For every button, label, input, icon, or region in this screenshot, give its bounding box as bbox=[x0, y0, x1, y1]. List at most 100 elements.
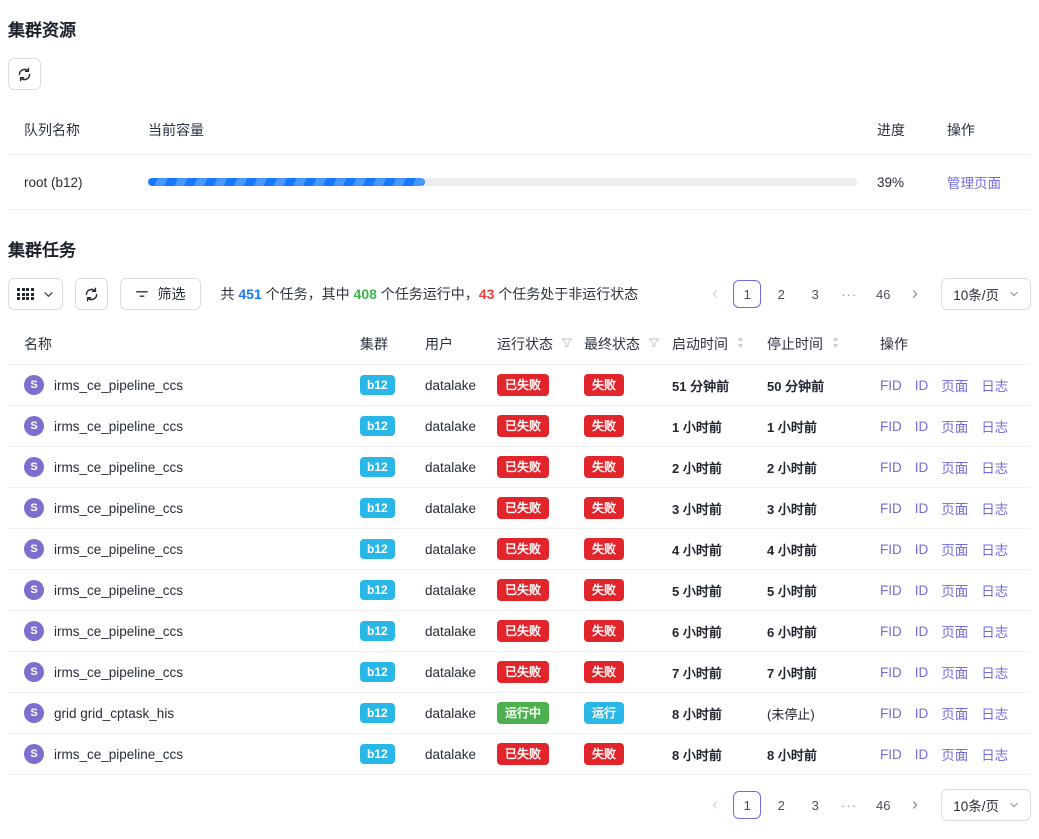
page-size-select[interactable]: 10条/页 bbox=[941, 789, 1031, 821]
action-link-页面[interactable]: 页面 bbox=[941, 580, 968, 600]
cluster-badge: b12 bbox=[360, 498, 395, 518]
actions-header: 操作 bbox=[860, 324, 1031, 364]
column-settings-button[interactable] bbox=[8, 278, 63, 310]
action-link-页面[interactable]: 页面 bbox=[941, 498, 968, 518]
page-button-3[interactable]: 3 bbox=[801, 280, 829, 308]
action-link-id[interactable]: ID bbox=[915, 378, 929, 393]
action-link-id[interactable]: ID bbox=[915, 624, 929, 639]
final-status-badge: 失败 bbox=[584, 538, 624, 560]
action-link-fid[interactable]: FID bbox=[880, 665, 902, 680]
spark-avatar: S bbox=[24, 621, 44, 641]
task-user: datalake bbox=[425, 665, 497, 680]
task-summary: 共 451 个任务，其中 408 个任务运行中，43 个任务处于非运行状态 bbox=[221, 284, 639, 304]
action-link-fid[interactable]: FID bbox=[880, 706, 902, 721]
final-status-badge: 失败 bbox=[584, 620, 624, 642]
filter-button-label: 筛选 bbox=[158, 284, 186, 304]
stop-time: 4 小时前 bbox=[767, 543, 817, 558]
final-status-badge: 失败 bbox=[584, 661, 624, 683]
page-button-2[interactable]: 2 bbox=[767, 280, 795, 308]
action-link-页面[interactable]: 页面 bbox=[941, 744, 968, 764]
cluster-badge: b12 bbox=[360, 621, 395, 641]
manage-page-link[interactable]: 管理页面 bbox=[947, 176, 1001, 191]
start-time: 8 小时前 bbox=[672, 707, 722, 722]
filter-funnel-icon[interactable] bbox=[561, 336, 573, 352]
prev-page-button[interactable] bbox=[703, 791, 727, 819]
action-link-页面[interactable]: 页面 bbox=[941, 416, 968, 436]
action-link-日志[interactable]: 日志 bbox=[981, 498, 1008, 518]
page-button-2[interactable]: 2 bbox=[767, 791, 795, 819]
task-name: irms_ce_pipeline_ccs bbox=[54, 583, 183, 598]
action-link-页面[interactable]: 页面 bbox=[941, 457, 968, 477]
capacity-cell bbox=[148, 161, 857, 203]
action-link-日志[interactable]: 日志 bbox=[981, 744, 1008, 764]
resources-refresh-button[interactable] bbox=[8, 58, 41, 90]
page-size-select[interactable]: 10条/页 bbox=[941, 278, 1031, 310]
action-link-日志[interactable]: 日志 bbox=[981, 539, 1008, 559]
sort-icon[interactable] bbox=[736, 336, 745, 352]
filter-button[interactable]: 筛选 bbox=[120, 278, 201, 310]
page: 集群资源 队列名称 当前容量 进度 操作 root (b12) 39% bbox=[0, 0, 1039, 839]
action-link-id[interactable]: ID bbox=[915, 583, 929, 598]
action-link-日志[interactable]: 日志 bbox=[981, 662, 1008, 682]
action-link-fid[interactable]: FID bbox=[880, 583, 902, 598]
action-link-页面[interactable]: 页面 bbox=[941, 539, 968, 559]
page-button-1[interactable]: 1 bbox=[733, 280, 761, 308]
task-actions: FID ID 页面日志 bbox=[860, 375, 1031, 395]
action-link-页面[interactable]: 页面 bbox=[941, 375, 968, 395]
tasks-refresh-button[interactable] bbox=[75, 278, 108, 310]
page-button-46[interactable]: 46 bbox=[869, 791, 897, 819]
prev-page-button[interactable] bbox=[703, 280, 727, 308]
task-actions: FID ID 页面日志 bbox=[860, 539, 1031, 559]
action-link-id[interactable]: ID bbox=[915, 542, 929, 557]
action-link-id[interactable]: ID bbox=[915, 665, 929, 680]
cluster-badge: b12 bbox=[360, 703, 395, 723]
action-link-fid[interactable]: FID bbox=[880, 624, 902, 639]
action-link-日志[interactable]: 日志 bbox=[981, 703, 1008, 723]
action-link-id[interactable]: ID bbox=[915, 501, 929, 516]
final-status-badge: 失败 bbox=[584, 579, 624, 601]
action-link-日志[interactable]: 日志 bbox=[981, 375, 1008, 395]
run-status-header-label: 运行状态 bbox=[497, 334, 553, 354]
action-link-日志[interactable]: 日志 bbox=[981, 457, 1008, 477]
run-status-badge: 已失败 bbox=[497, 579, 549, 601]
action-link-页面[interactable]: 页面 bbox=[941, 662, 968, 682]
action-link-id[interactable]: ID bbox=[915, 706, 929, 721]
queue-name: root (b12) bbox=[8, 158, 148, 207]
action-link-fid[interactable]: FID bbox=[880, 501, 902, 516]
page-ellipsis[interactable]: ··· bbox=[835, 791, 863, 819]
action-link-日志[interactable]: 日志 bbox=[981, 580, 1008, 600]
page-button-46[interactable]: 46 bbox=[869, 280, 897, 308]
page-ellipsis[interactable]: ··· bbox=[835, 280, 863, 308]
queue-name-header: 队列名称 bbox=[8, 106, 148, 154]
action-link-日志[interactable]: 日志 bbox=[981, 416, 1008, 436]
action-link-fid[interactable]: FID bbox=[880, 460, 902, 475]
page-button-3[interactable]: 3 bbox=[801, 791, 829, 819]
sort-icon[interactable] bbox=[831, 336, 840, 352]
stop-time: (未停止) bbox=[767, 707, 815, 722]
action-link-id[interactable]: ID bbox=[915, 747, 929, 762]
action-link-fid[interactable]: FID bbox=[880, 542, 902, 557]
action-link-fid[interactable]: FID bbox=[880, 419, 902, 434]
final-status-badge: 失败 bbox=[584, 374, 624, 396]
filter-funnel-icon[interactable] bbox=[648, 336, 660, 352]
action-link-id[interactable]: ID bbox=[915, 460, 929, 475]
next-page-button[interactable] bbox=[903, 791, 927, 819]
action-link-页面[interactable]: 页面 bbox=[941, 703, 968, 723]
spark-avatar: S bbox=[24, 580, 44, 600]
action-link-日志[interactable]: 日志 bbox=[981, 621, 1008, 641]
page-button-1[interactable]: 1 bbox=[733, 791, 761, 819]
cluster-badge: b12 bbox=[360, 539, 395, 559]
cluster-badge: b12 bbox=[360, 457, 395, 477]
task-row: S irms_ce_pipeline_ccs b12 datalake 已失败 … bbox=[8, 447, 1031, 488]
start-time-header: 启动时间 bbox=[672, 324, 767, 364]
action-link-fid[interactable]: FID bbox=[880, 747, 902, 762]
task-name: irms_ce_pipeline_ccs bbox=[54, 665, 183, 680]
action-link-id[interactable]: ID bbox=[915, 419, 929, 434]
cluster-badge: b12 bbox=[360, 580, 395, 600]
action-link-fid[interactable]: FID bbox=[880, 378, 902, 393]
run-status-badge: 已失败 bbox=[497, 620, 549, 642]
task-user: datalake bbox=[425, 378, 497, 393]
next-page-button[interactable] bbox=[903, 280, 927, 308]
action-link-页面[interactable]: 页面 bbox=[941, 621, 968, 641]
run-status-badge: 已失败 bbox=[497, 456, 549, 478]
